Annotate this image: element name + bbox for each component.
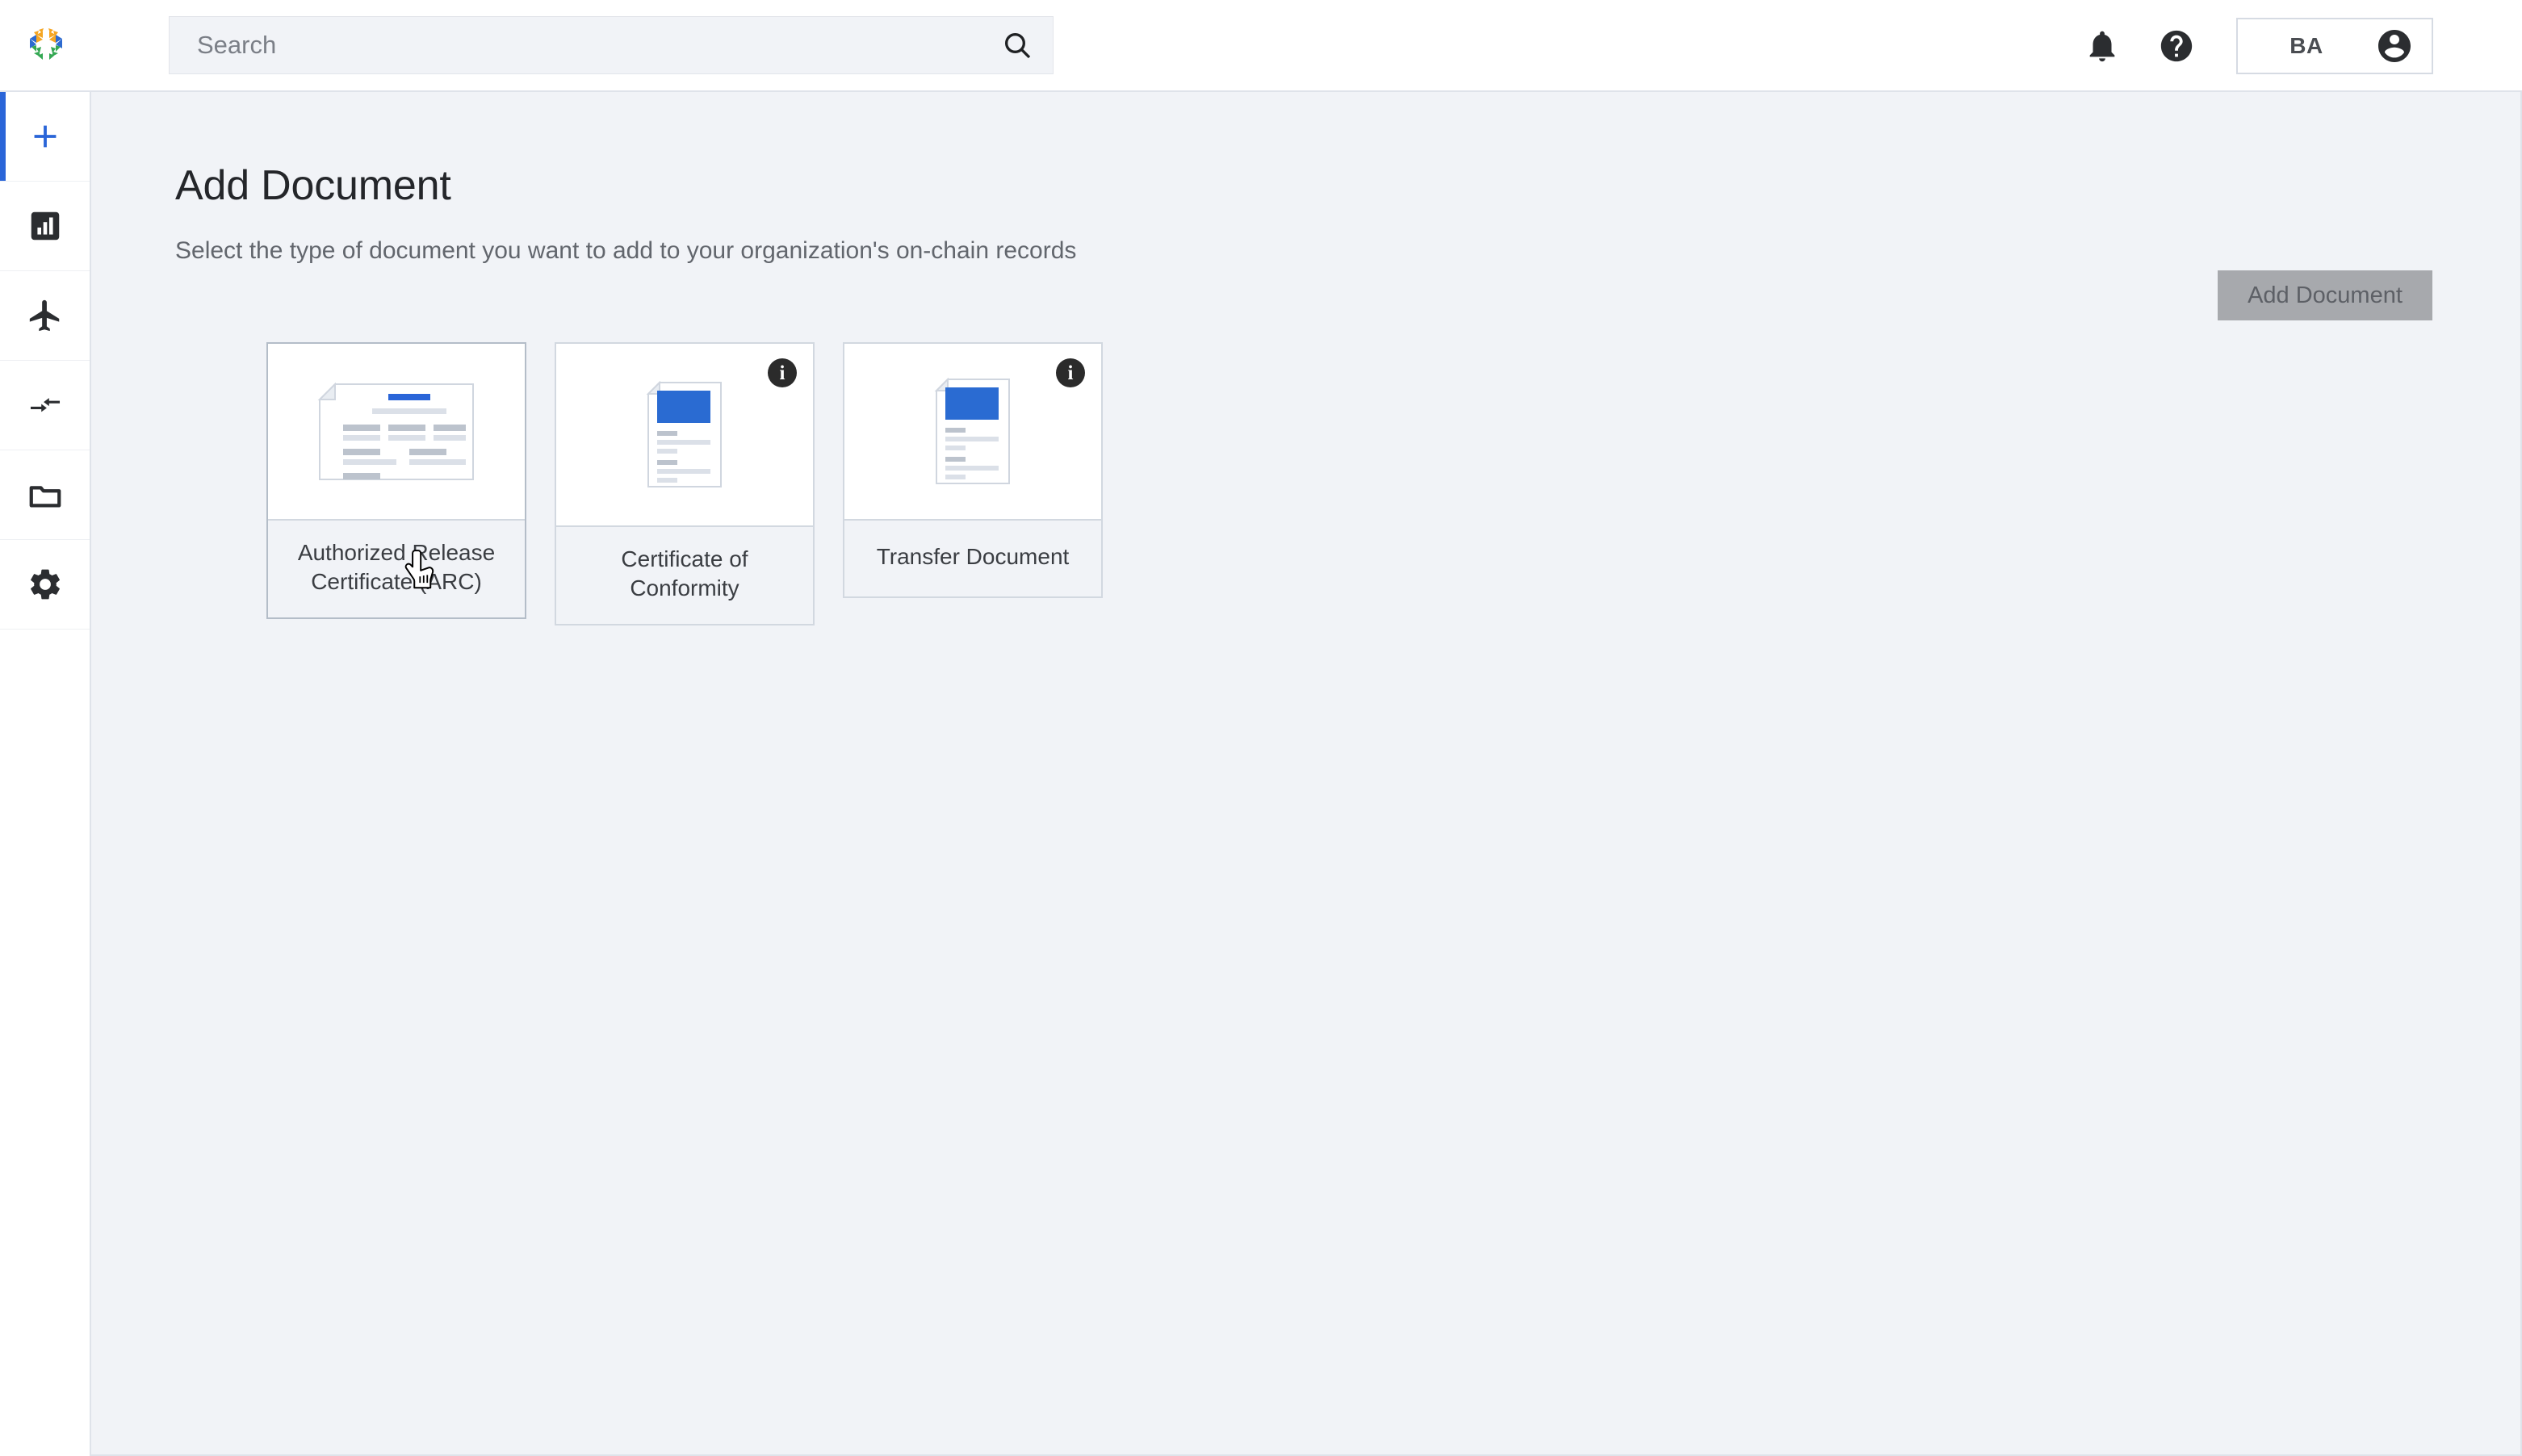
sidebar-item-transfers[interactable] [0,361,90,450]
hexagon-logo-icon [29,28,62,60]
body: Add Document Select the type of document… [0,92,2522,1456]
app-root: BA [0,0,2522,1456]
portrait-document-icon [934,378,1010,484]
page-title: Add Document [175,162,451,209]
account-initials: BA [2289,33,2323,58]
document-type-grid: Authorized Release Certificate (ARC) i C… [266,342,2520,625]
card-artwork: i [844,344,1101,519]
card-artwork: i [556,344,813,525]
airplane-icon [29,299,59,332]
document-type-card-transfer-document[interactable]: i Transfer Document [843,342,1103,598]
plus-icon [34,125,56,148]
info-icon[interactable]: i [1056,358,1085,387]
info-icon[interactable]: i [768,358,797,387]
card-label: Certificate of Conformity [556,525,813,624]
app-logo[interactable] [0,0,91,91]
main-content: Add Document Select the type of document… [91,92,2522,1456]
card-label: Transfer Document [844,519,1101,596]
bell-icon [2089,31,2115,62]
account-chip[interactable]: BA [2236,18,2433,74]
search-input[interactable] [197,31,1001,60]
sidebar-item-settings[interactable] [0,540,90,630]
search-bar[interactable] [169,16,1054,74]
sidebar [0,92,91,1456]
top-bar: BA [0,0,2522,92]
transfer-arrows-icon [30,398,60,412]
folder-icon [29,486,61,508]
card-artwork [268,344,525,519]
notifications-button[interactable] [2065,9,2139,83]
add-document-button[interactable]: Add Document [2218,270,2432,320]
portrait-document-icon [646,381,722,487]
sidebar-item-dashboard[interactable] [0,182,90,271]
document-type-card-arc[interactable]: Authorized Release Certificate (ARC) [266,342,526,619]
help-button[interactable] [2139,9,2214,83]
search-icon[interactable] [1001,29,1033,61]
help-circle-icon [2160,30,2193,62]
topbar-actions: BA [2065,0,2522,92]
page-header: Add Document Select the type of document… [91,92,2520,265]
card-label: Authorized Release Certificate (ARC) [268,519,525,617]
sidebar-item-documents[interactable] [0,450,90,540]
document-type-card-certificate-of-conformity[interactable]: i Certificate of Conformity [555,342,815,625]
landscape-document-icon [317,382,474,480]
page-subtitle: Select the type of document you want to … [175,237,1077,264]
account-circle-icon[interactable] [2375,27,2414,65]
sidebar-item-aircraft[interactable] [0,271,90,361]
sidebar-item-add[interactable] [0,92,90,182]
bar-chart-icon [31,211,59,241]
gear-icon [30,569,60,600]
